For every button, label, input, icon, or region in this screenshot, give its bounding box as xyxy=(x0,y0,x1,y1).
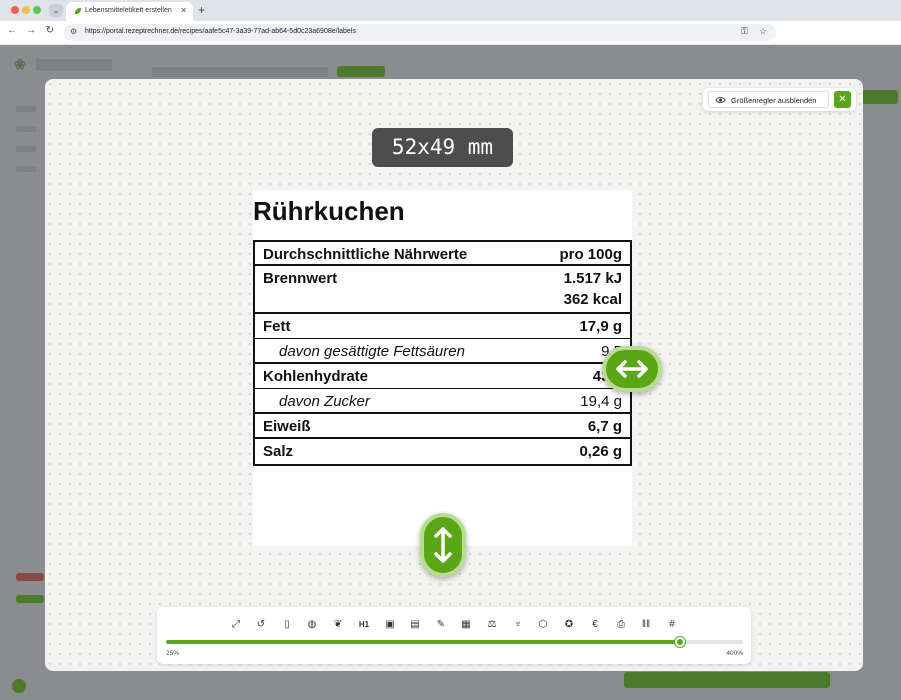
nutrient-value: 6,7 g xyxy=(587,418,622,435)
editor-toolbar: ⤢ ↺ ▯ ◍ ❦ H1 ▣ ▤ ✎ ▦ ⚖ ♆ ⬡ ✪ € ⎙ ‖‖ # 25… xyxy=(157,607,751,664)
nutrition-table: Durchschnittliche Nährwerte pro 100g Bre… xyxy=(253,240,632,466)
browser-tab[interactable]: Lebensmitteletikett erstellen ✕ xyxy=(66,2,193,21)
nutrient-value-secondary: 362 kcal xyxy=(563,291,622,308)
browser-toolbar: ← → ↻ ⚙ https://portal.rezeptrechner.de/… xyxy=(0,21,901,45)
forward-icon[interactable]: → xyxy=(25,25,37,36)
site-info-icon[interactable]: ⚙ xyxy=(70,27,77,36)
nutrient-name: Fett xyxy=(263,318,291,335)
tab-close-icon[interactable]: ✕ xyxy=(180,6,187,15)
header-name: Durchschnittliche Nährwerte xyxy=(263,246,468,263)
tab-search-button[interactable]: ⌄ xyxy=(49,4,63,17)
table-row: davon Zucker 19,4 g xyxy=(255,389,630,414)
zoom-slider-thumb[interactable] xyxy=(674,637,685,647)
height-resize-handle[interactable] xyxy=(420,513,466,577)
euro-icon[interactable]: € xyxy=(587,617,603,633)
nutrient-name: davon gesättigte Fettsäuren xyxy=(279,343,465,360)
close-window-button[interactable] xyxy=(11,6,19,14)
barcode-icon[interactable]: ‖‖ xyxy=(638,617,654,633)
table-row: Eiweiß 6,7 g xyxy=(255,414,630,439)
leaf-icon[interactable]: ❦ xyxy=(330,617,346,633)
table-row: davon gesättigte Fettsäuren 9,5 xyxy=(255,339,630,364)
zoom-slider[interactable] xyxy=(166,637,743,647)
back-icon[interactable]: ← xyxy=(6,25,18,36)
address-bar[interactable]: ⚙ https://portal.rezeptrechner.de/recipe… xyxy=(64,24,776,41)
package-icon[interactable]: ⬡ xyxy=(535,617,551,633)
hide-size-controls-button[interactable]: Größenregler ausblenden xyxy=(708,91,829,108)
new-tab-icon[interactable]: + xyxy=(198,3,205,17)
pen-icon[interactable]: ✎ xyxy=(433,617,449,633)
zoom-max-label: 400% xyxy=(726,650,743,657)
scale-icon[interactable]: ⚖ xyxy=(484,617,500,633)
size-controls-card: Größenregler ausblenden ✕ xyxy=(703,88,856,111)
width-resize-handle[interactable] xyxy=(602,346,662,392)
minimize-window-button[interactable] xyxy=(22,6,30,14)
browser-tab-bar: ⌄ Lebensmitteletikett erstellen ✕ + xyxy=(0,0,901,21)
hide-size-controls-label: Größenregler ausblenden xyxy=(731,96,817,105)
heading-icon[interactable]: H1 xyxy=(356,617,372,633)
zoom-slider-fill xyxy=(166,640,680,644)
label-title: Rührkuchen xyxy=(253,196,405,226)
nutrient-value: 17,9 g xyxy=(579,318,622,335)
leaf-favicon-icon xyxy=(74,7,82,15)
wine-icon[interactable]: ♆ xyxy=(510,617,526,633)
nutrient-name: davon Zucker xyxy=(279,393,370,410)
nutrient-name: Brennwert xyxy=(263,270,338,287)
printer-icon[interactable]: ⎙ xyxy=(613,617,629,633)
table-icon[interactable]: ▤ xyxy=(407,617,423,633)
vertical-arrows-icon xyxy=(434,527,452,563)
bookmark-star-icon[interactable]: ☆ xyxy=(759,26,767,37)
zoom-min-label: 25% xyxy=(166,650,180,657)
expand-icon[interactable]: ⤢ xyxy=(228,617,244,633)
portrait-icon[interactable]: ▯ xyxy=(279,617,295,633)
table-row: Salz 0,26 g xyxy=(255,439,630,464)
header-value: pro 100g xyxy=(559,246,622,263)
calendar-icon[interactable]: ▦ xyxy=(458,617,474,633)
reload-icon[interactable]: ↻ xyxy=(44,25,56,36)
table-row: Brennwert 1.517 kJ 362 kcal xyxy=(255,266,630,314)
key-icon[interactable]: ⚿ xyxy=(741,26,748,37)
maximize-window-button[interactable] xyxy=(33,6,41,14)
nutrient-name: Eiweiß xyxy=(263,418,311,435)
image-icon[interactable]: ▣ xyxy=(382,617,398,633)
nutrient-value: 19,4 g xyxy=(580,393,622,410)
certificate-icon[interactable]: ✪ xyxy=(561,617,577,633)
nutrition-label: Rührkuchen Durchschnittliche Nährwerte p… xyxy=(253,190,632,546)
nutrient-name: Salz xyxy=(263,443,294,460)
size-badge: 52x49 mm xyxy=(372,128,513,167)
reset-icon[interactable]: ↺ xyxy=(253,617,269,633)
palette-icon[interactable]: ◍ xyxy=(304,617,320,633)
hashtag-icon[interactable]: # xyxy=(664,617,680,633)
eye-icon xyxy=(715,97,726,103)
horizontal-arrows-icon xyxy=(616,360,648,378)
url-text: https://portal.rezeptrechner.de/recipes/… xyxy=(85,28,356,35)
nutrient-value: 0,26 g xyxy=(579,443,622,460)
table-row: Kohlenhydrate 43,0 xyxy=(255,364,630,389)
close-icon[interactable]: ✕ xyxy=(834,91,851,108)
nutrient-name: Kohlenhydrate xyxy=(263,368,369,385)
nutrient-value: 1.517 kJ xyxy=(563,270,622,287)
table-header-row: Durchschnittliche Nährwerte pro 100g xyxy=(255,242,630,266)
tab-title: Lebensmitteletikett erstellen xyxy=(85,7,172,14)
app-logo: ❀ xyxy=(14,56,26,72)
table-row: Fett 17,9 g xyxy=(255,314,630,339)
